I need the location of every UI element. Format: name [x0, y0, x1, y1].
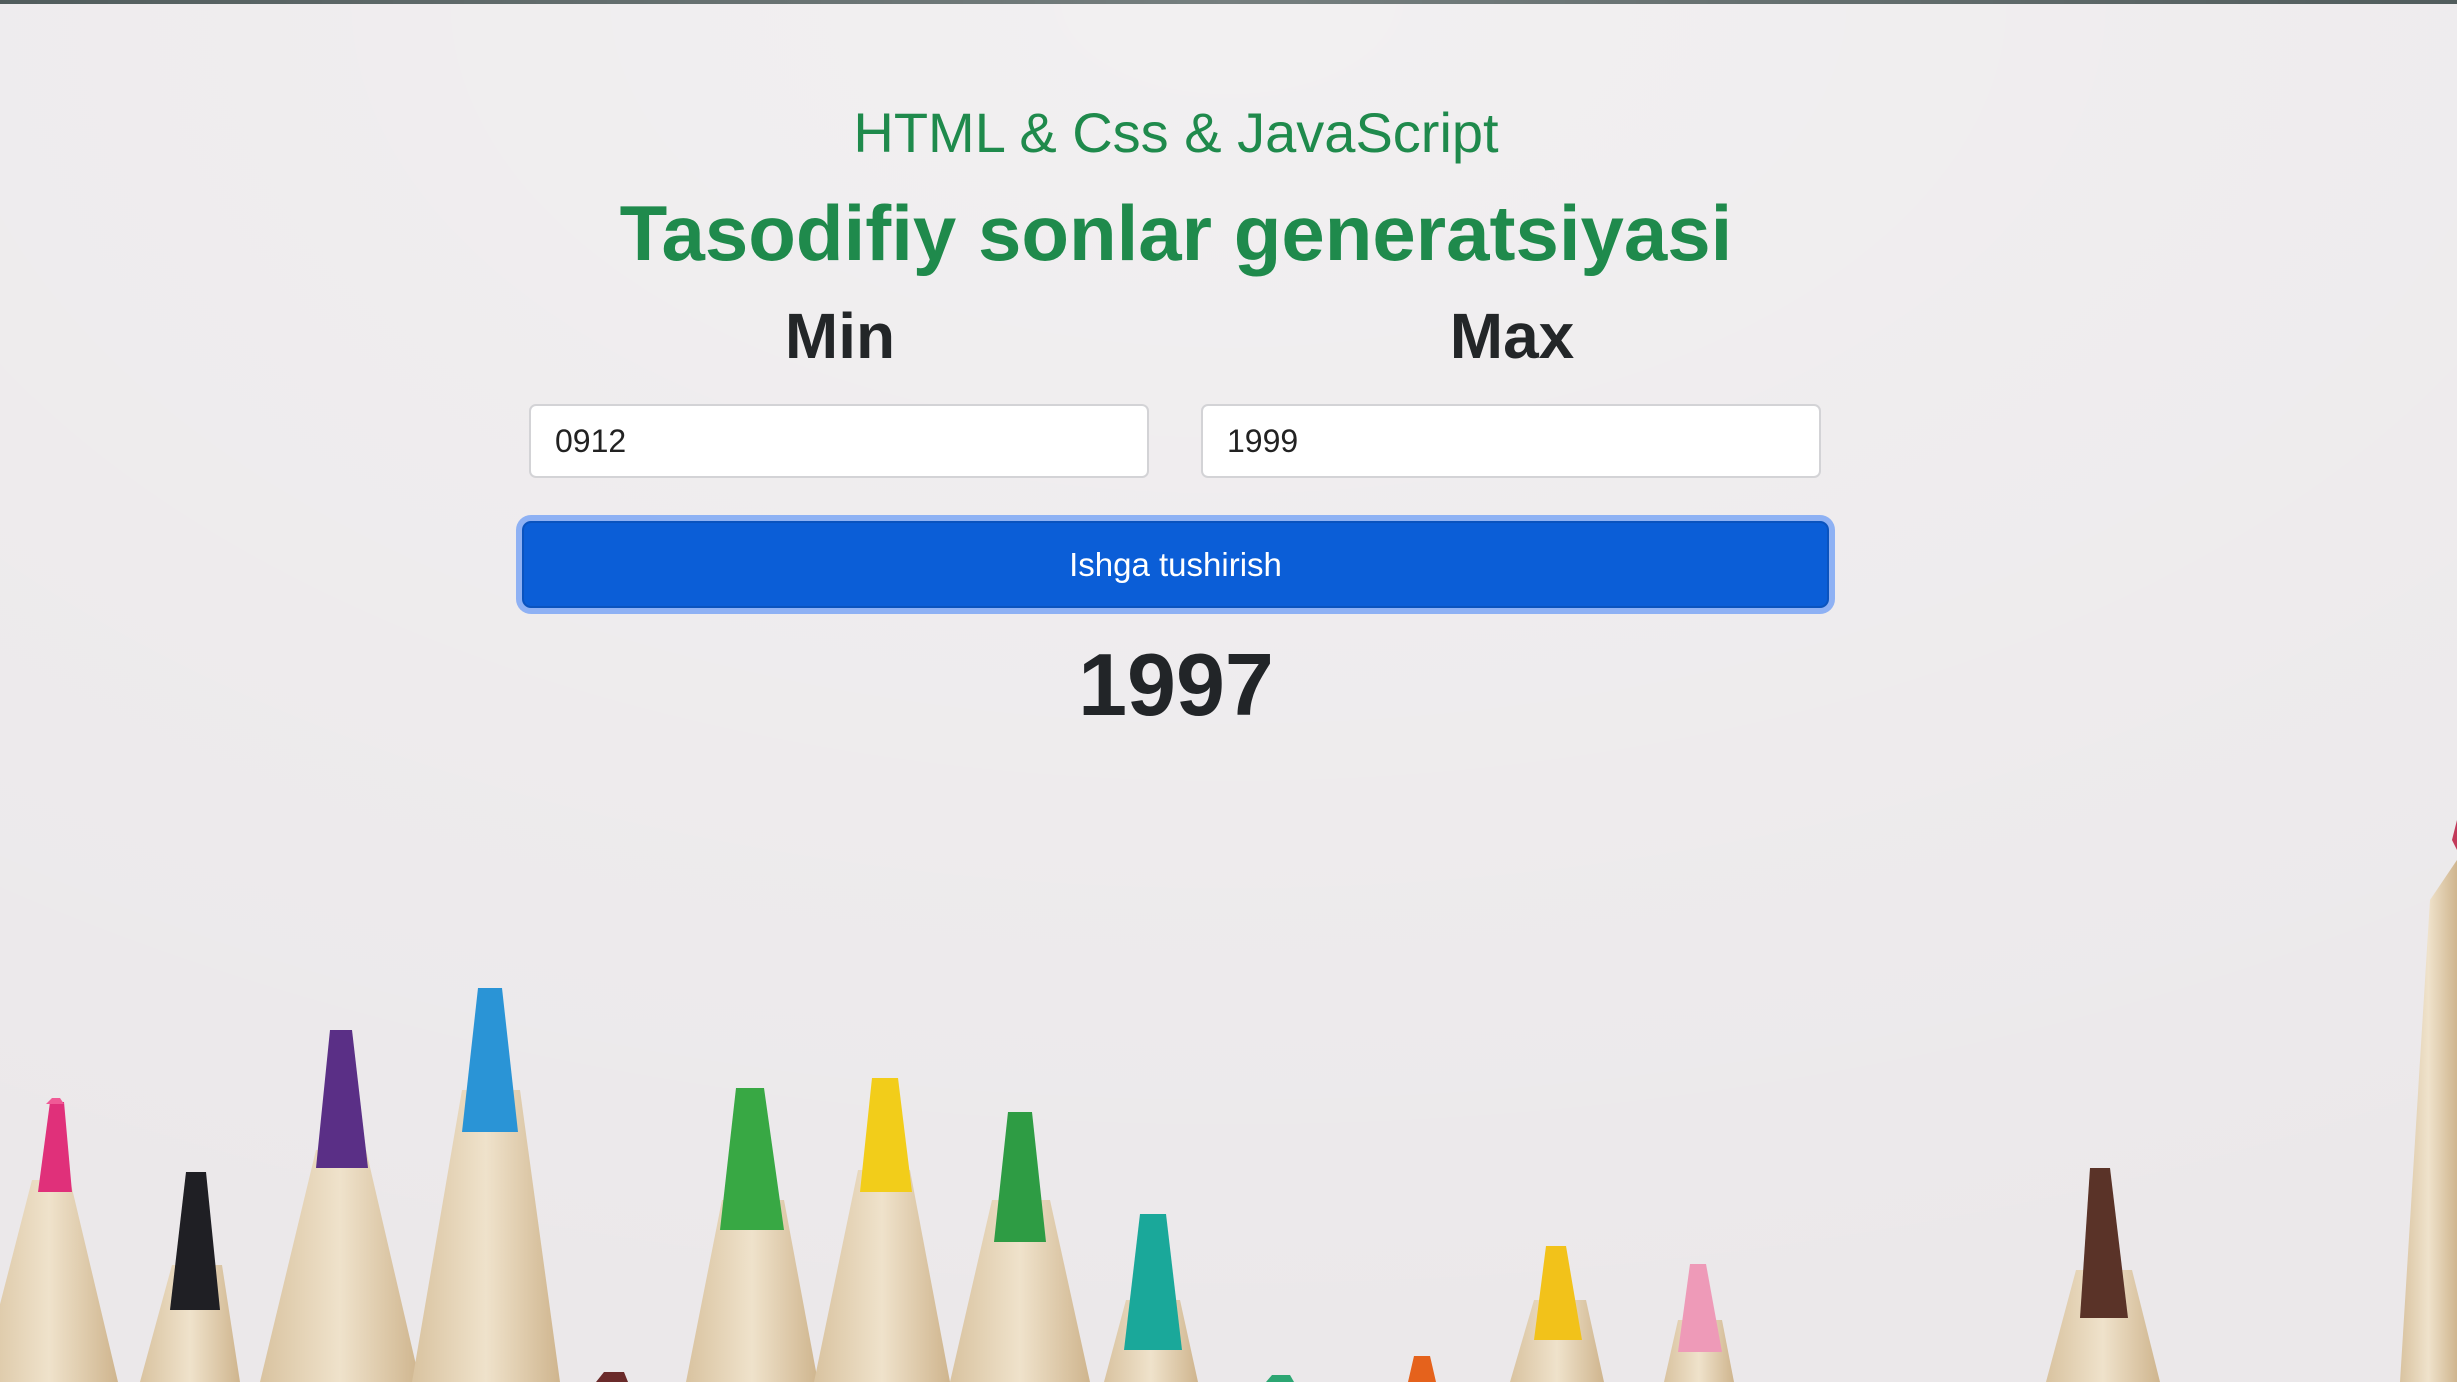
min-input[interactable] [529, 404, 1149, 478]
run-button[interactable]: Ishga tushirish [522, 521, 1829, 608]
random-number-result: 1997 [1078, 635, 1274, 734]
min-label: Min [784, 300, 896, 372]
max-input[interactable] [1201, 404, 1821, 478]
generator-panel: HTML & Css & JavaScript Tasodifiy sonlar… [0, 0, 2457, 1382]
page-subtitle: HTML & Css & JavaScript [853, 101, 1499, 164]
max-label: Max [1449, 300, 1575, 372]
page-title: Tasodifiy sonlar generatsiyasi [619, 189, 1733, 277]
